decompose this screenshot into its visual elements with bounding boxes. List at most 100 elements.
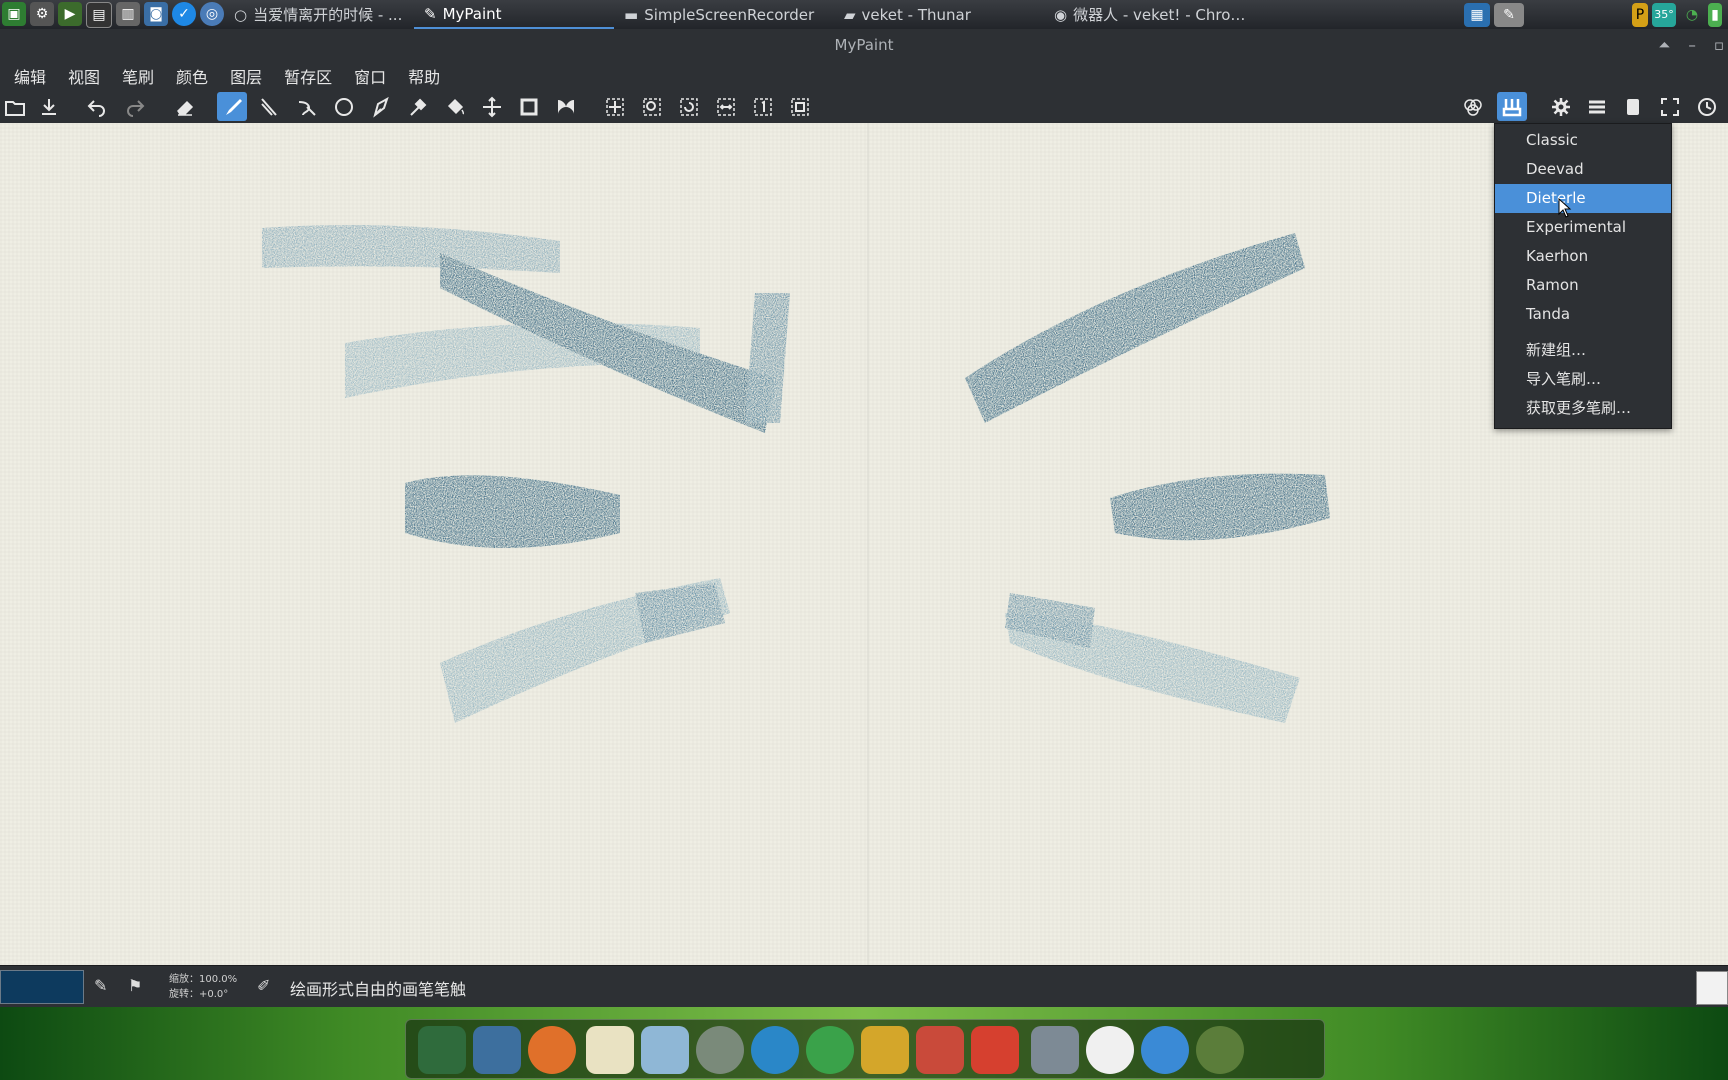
media-player-icon[interactable] xyxy=(806,1026,854,1074)
maximize-icon[interactable]: ⏶ xyxy=(1658,29,1670,62)
clock-app-icon[interactable]: ✓ xyxy=(172,1,196,26)
office-chart-icon[interactable] xyxy=(916,1026,964,1074)
parking-icon[interactable]: P xyxy=(1632,2,1648,27)
brush-group-experimental[interactable]: Experimental xyxy=(1495,213,1671,242)
import-brushes-item[interactable]: 导入笔刷… xyxy=(1495,365,1671,394)
computer-icon[interactable] xyxy=(473,1026,521,1074)
task-music[interactable]: ○ 当爱情离开的时候 - ... xyxy=(224,0,414,29)
ink-pen-icon[interactable] xyxy=(366,92,396,121)
ellipse-icon[interactable] xyxy=(329,92,359,121)
menu-bar: 编辑 视图 笔刷 颜色 图层 暂存区 窗口 帮助 xyxy=(0,62,1728,90)
notes-icon[interactable]: ✎ xyxy=(1494,2,1524,27)
brush-groups-icon[interactable] xyxy=(1497,92,1527,121)
pick-icon[interactable]: ⚑ xyxy=(128,976,142,995)
chromium-icon[interactable] xyxy=(1141,1026,1189,1074)
connected-lines-icon[interactable] xyxy=(292,92,322,121)
task-chrome[interactable]: ◉ 微器人 - veket! - Chro… xyxy=(1044,0,1284,29)
wifi-icon[interactable]: ◔ xyxy=(1680,3,1704,27)
firefox-icon[interactable] xyxy=(528,1026,576,1074)
window-titlebar: MyPaint ⏶ – ▫ xyxy=(0,29,1728,62)
menu-edit[interactable]: 编辑 xyxy=(6,64,54,88)
folder-book-icon[interactable] xyxy=(861,1026,909,1074)
fit-view-icon[interactable] xyxy=(785,92,815,121)
brush-status-icon: ✐ xyxy=(257,976,271,995)
brush-stroke xyxy=(745,293,790,423)
minimize-icon[interactable]: – xyxy=(1688,29,1696,62)
undo-icon[interactable] xyxy=(82,92,112,121)
workspace-icon[interactable]: ▦ xyxy=(1464,2,1490,27)
edit-icon[interactable]: ✎ xyxy=(94,976,107,995)
symmetry-icon[interactable] xyxy=(551,92,581,121)
brush-group-deevad[interactable]: Deevad xyxy=(1495,155,1671,184)
notepad-icon[interactable] xyxy=(586,1026,634,1074)
lines-icon[interactable] xyxy=(254,92,284,121)
atom-icon[interactable] xyxy=(751,1026,799,1074)
screenshot-icon[interactable]: ◙ xyxy=(144,1,168,26)
open-file-icon[interactable] xyxy=(0,92,30,121)
status-message: 绘画形式自由的画笔笔触 xyxy=(290,980,467,999)
canvas-strokes xyxy=(262,123,1330,965)
redo-icon[interactable] xyxy=(120,92,150,121)
freehand-brush-icon[interactable] xyxy=(217,92,247,121)
task-thunar[interactable]: ▰ veket - Thunar xyxy=(834,0,1044,29)
fullscreen-icon[interactable] xyxy=(1655,92,1685,121)
eraser-icon[interactable] xyxy=(170,92,200,121)
paint-canvas[interactable] xyxy=(0,123,1728,965)
brush-group-kaerhon[interactable]: Kaerhon xyxy=(1495,242,1671,271)
printer-icon[interactable]: ▥ xyxy=(116,1,140,26)
main-toolbar xyxy=(0,90,1728,124)
settings-gear-icon[interactable]: ⚙ xyxy=(30,1,54,26)
brush-group-dieterle[interactable]: Dieterle xyxy=(1495,184,1671,213)
brush-stroke xyxy=(405,475,620,548)
rotate-view-icon[interactable] xyxy=(674,92,704,121)
pan-view-icon[interactable] xyxy=(600,92,630,121)
get-more-brushes-item[interactable]: 获取更多笔刷… xyxy=(1495,394,1671,423)
layers-icon[interactable] xyxy=(1582,92,1612,121)
terminal-icon[interactable]: ▤ xyxy=(86,1,112,28)
brush-group-classic[interactable]: Classic xyxy=(1495,126,1671,155)
browser-launch-icon[interactable]: ◎ xyxy=(200,1,224,26)
menu-scratchpad[interactable]: 暂存区 xyxy=(276,64,340,88)
folder-icon: ▰ xyxy=(844,5,856,24)
scratchpad-icon[interactable] xyxy=(1618,92,1648,121)
color-wheel-icon[interactable] xyxy=(1458,92,1488,121)
close-icon[interactable]: ▫ xyxy=(1714,29,1724,62)
task-screen-recorder[interactable]: ▬ SimpleScreenRecorder xyxy=(614,0,834,29)
brightness-icon[interactable] xyxy=(1086,1026,1134,1074)
rocket-icon[interactable] xyxy=(971,1026,1019,1074)
settings-icon[interactable] xyxy=(1546,92,1576,121)
mirror-view-icon[interactable] xyxy=(711,92,741,121)
system-taskbar: ▣ ⚙ ▶ ▤ ▥ ◙ ✓ ◎ ○ 当爱情离开的时候 - ... ✎ MyPai… xyxy=(0,0,1728,30)
system-monitor-icon[interactable]: ▣ xyxy=(2,1,26,26)
brush-stroke xyxy=(965,233,1305,423)
menu-view[interactable]: 视图 xyxy=(60,64,108,88)
menu-window[interactable]: 窗口 xyxy=(346,64,394,88)
disc-burner-icon[interactable] xyxy=(696,1026,744,1074)
menu-help[interactable]: 帮助 xyxy=(400,64,448,88)
brush-groups-menu: Classic Deevad Dieterle Experimental Kae… xyxy=(1494,123,1672,429)
save-icon[interactable] xyxy=(34,92,64,121)
globe-icon[interactable] xyxy=(1196,1026,1244,1074)
current-color-swatch[interactable] xyxy=(0,970,84,1004)
brush-group-tanda[interactable]: Tanda xyxy=(1495,300,1671,329)
zoom-view-icon[interactable] xyxy=(637,92,667,121)
history-icon[interactable] xyxy=(1692,92,1722,121)
move-layer-icon[interactable] xyxy=(477,92,507,121)
brush-group-ramon[interactable]: Ramon xyxy=(1495,271,1671,300)
menu-brush[interactable]: 笔刷 xyxy=(114,64,162,88)
zoom-rotate-info: 缩放：100.0% 旋转：+0.0° xyxy=(169,972,237,1002)
drive-icon[interactable] xyxy=(1031,1026,1079,1074)
menu-color[interactable]: 颜色 xyxy=(168,64,216,88)
new-group-item[interactable]: 新建组… xyxy=(1495,336,1671,365)
reset-zoom-icon[interactable] xyxy=(748,92,778,121)
frame-icon[interactable] xyxy=(514,92,544,121)
image-viewer-icon[interactable] xyxy=(641,1026,689,1074)
rotate-label: 旋转：+0.0° xyxy=(169,989,229,1000)
menu-layer[interactable]: 图层 xyxy=(222,64,270,88)
battery-icon[interactable]: ▮ xyxy=(1708,2,1722,27)
task-mypaint[interactable]: ✎ MyPaint xyxy=(414,0,614,29)
fill-bucket-icon[interactable] xyxy=(440,92,470,121)
desktop-app-icon[interactable] xyxy=(418,1026,466,1074)
play-icon[interactable]: ▶ xyxy=(58,1,82,26)
color-picker-icon[interactable] xyxy=(403,92,433,121)
